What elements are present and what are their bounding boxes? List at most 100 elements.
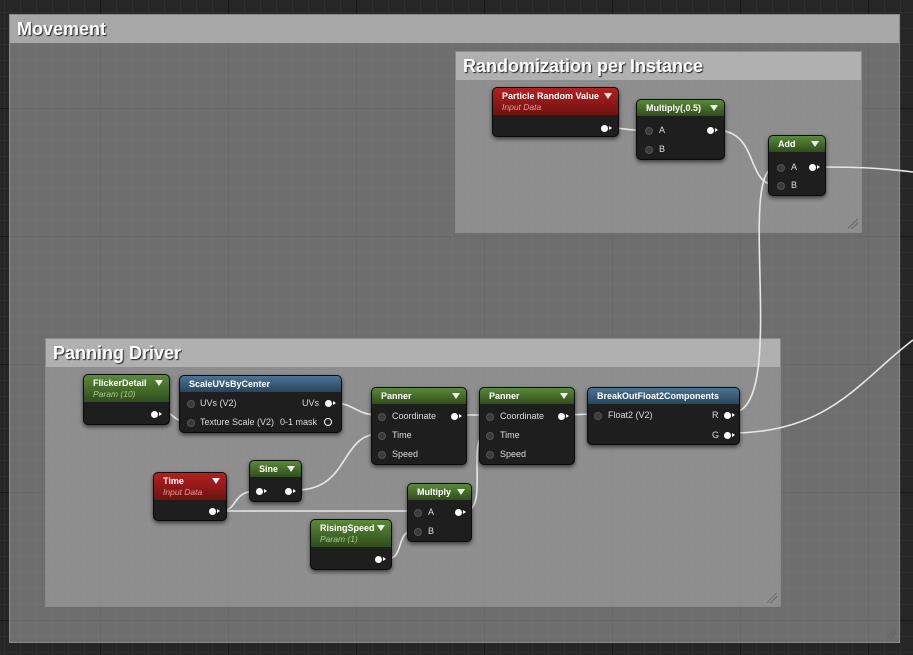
output-pin[interactable]: [809, 164, 820, 171]
node-title: Add: [778, 139, 796, 149]
pin-label-b: B: [428, 526, 435, 536]
node-multiply-half[interactable]: Multiply(,0.5) A B: [636, 99, 725, 160]
node-title: Multiply(,0.5): [646, 103, 702, 113]
pin-label-time: Time: [392, 430, 412, 440]
comment-randomization-title[interactable]: Randomization per Instance: [456, 52, 861, 80]
node-multiply[interactable]: Multiply A B: [407, 483, 472, 542]
collapse-arrow-icon[interactable]: [155, 380, 163, 386]
node-subtitle: Input Data: [163, 487, 203, 497]
collapse-arrow-icon[interactable]: [377, 525, 385, 531]
resize-grip-icon[interactable]: [848, 219, 858, 229]
node-title: Panner: [381, 391, 412, 401]
input-pin-coordinate[interactable]: [486, 413, 494, 421]
node-add[interactable]: Add A B: [768, 135, 826, 196]
input-pin-a[interactable]: [414, 509, 422, 517]
collapse-arrow-icon[interactable]: [457, 489, 465, 495]
node-subtitle: Param (10): [93, 389, 136, 399]
node-title: Particle Random Value: [502, 91, 600, 101]
input-pin-time[interactable]: [486, 432, 494, 440]
pin-label-g: G: [712, 430, 720, 440]
input-pin-texture-scale[interactable]: [187, 419, 195, 427]
pin-label-coordinate: Coordinate: [500, 411, 545, 421]
resize-grip-icon[interactable]: [886, 629, 896, 639]
pin-label-time: Time: [500, 430, 520, 440]
output-pin-mask[interactable]: [324, 418, 332, 426]
collapse-arrow-icon[interactable]: [811, 141, 819, 147]
pin-label-texture-scale: Texture Scale (V2): [200, 417, 275, 427]
output-pin-uvs[interactable]: [325, 400, 336, 407]
output-pin[interactable]: [455, 509, 466, 516]
node-title: Sine: [259, 464, 279, 474]
comment-panning-title[interactable]: Panning Driver: [46, 339, 780, 367]
pin-label-a: A: [428, 507, 435, 517]
input-pin[interactable]: [256, 488, 267, 495]
node-title: RisingSpeed: [320, 523, 375, 533]
node-rising-speed[interactable]: RisingSpeed Param (1): [310, 519, 392, 570]
node-title: ScaleUVsByCenter: [189, 379, 271, 389]
output-pin[interactable]: [558, 413, 569, 420]
pin-label-a: A: [791, 162, 798, 172]
output-pin[interactable]: [209, 508, 220, 515]
input-pin-coordinate[interactable]: [378, 413, 386, 421]
node-title: Multiply: [417, 487, 451, 497]
comment-movement-title[interactable]: Movement: [10, 15, 899, 43]
input-pin-a[interactable]: [777, 164, 785, 172]
node-title: Time: [163, 476, 184, 486]
output-pin[interactable]: [375, 556, 386, 563]
output-pin[interactable]: [285, 488, 296, 495]
node-header[interactable]: Particle Random Value Input Data: [493, 88, 618, 115]
node-header[interactable]: FlickerDetail Param (10): [84, 375, 169, 402]
pin-label-speed: Speed: [500, 449, 527, 459]
node-time[interactable]: Time Input Data: [153, 472, 227, 521]
input-pin-time[interactable]: [378, 432, 386, 440]
output-pin[interactable]: [601, 125, 612, 132]
node-panner-1[interactable]: Panner Coordinate Time Speed: [371, 387, 467, 465]
node-header[interactable]: BreakOutFloat2Components: [588, 388, 739, 404]
resize-grip-icon[interactable]: [767, 593, 777, 603]
node-header[interactable]: Panner: [372, 388, 466, 404]
node-panner-2[interactable]: Panner Coordinate Time Speed: [479, 387, 575, 465]
node-header[interactable]: Add: [769, 136, 825, 152]
input-pin-uvs[interactable]: [187, 400, 195, 408]
collapse-arrow-icon[interactable]: [452, 393, 460, 399]
node-title: BreakOutFloat2Components: [597, 391, 720, 401]
input-pin-float2[interactable]: [594, 412, 602, 420]
input-pin-speed[interactable]: [486, 451, 494, 459]
input-pin-a[interactable]: [645, 127, 653, 135]
collapse-arrow-icon[interactable]: [287, 466, 295, 472]
pin-label-uvs-in: UVs (V2): [200, 398, 237, 408]
input-pin-b[interactable]: [777, 182, 785, 190]
node-header[interactable]: Sine: [250, 461, 301, 477]
output-pin[interactable]: [707, 127, 718, 134]
node-header[interactable]: Time Input Data: [154, 473, 226, 500]
node-scale-uvs-by-center[interactable]: ScaleUVsByCenter UVs (V2) Texture Scale …: [179, 375, 342, 433]
node-header[interactable]: ScaleUVsByCenter: [180, 376, 341, 392]
node-header[interactable]: Panner: [480, 388, 574, 404]
output-pin-r[interactable]: [724, 412, 735, 419]
node-subtitle: Input Data: [502, 102, 542, 112]
collapse-arrow-icon[interactable]: [212, 478, 220, 484]
output-pin[interactable]: [451, 413, 462, 420]
pin-label-b: B: [659, 144, 666, 154]
collapse-arrow-icon[interactable]: [560, 393, 568, 399]
pin-label-mask: 0-1 mask: [280, 417, 318, 427]
pin-label-float2: Float2 (V2): [608, 410, 653, 420]
node-particle-random-value[interactable]: Particle Random Value Input Data: [492, 87, 619, 137]
node-sine[interactable]: Sine: [249, 460, 302, 502]
node-title: FlickerDetail: [93, 378, 147, 388]
node-header[interactable]: Multiply(,0.5): [637, 100, 724, 116]
pin-label-speed: Speed: [392, 449, 419, 459]
input-pin-speed[interactable]: [378, 451, 386, 459]
node-header[interactable]: RisingSpeed Param (1): [311, 520, 391, 547]
pin-label-a: A: [659, 125, 666, 135]
node-breakout-float2[interactable]: BreakOutFloat2Components Float2 (V2) R G: [587, 387, 740, 445]
pin-label-r: R: [712, 410, 719, 420]
output-pin[interactable]: [151, 411, 162, 418]
node-header[interactable]: Multiply: [408, 484, 471, 500]
node-flicker-detail[interactable]: FlickerDetail Param (10): [83, 374, 170, 425]
output-pin-g[interactable]: [724, 432, 735, 439]
input-pin-b[interactable]: [645, 146, 653, 154]
collapse-arrow-icon[interactable]: [604, 93, 612, 99]
collapse-arrow-icon[interactable]: [710, 105, 718, 111]
input-pin-b[interactable]: [414, 528, 422, 536]
